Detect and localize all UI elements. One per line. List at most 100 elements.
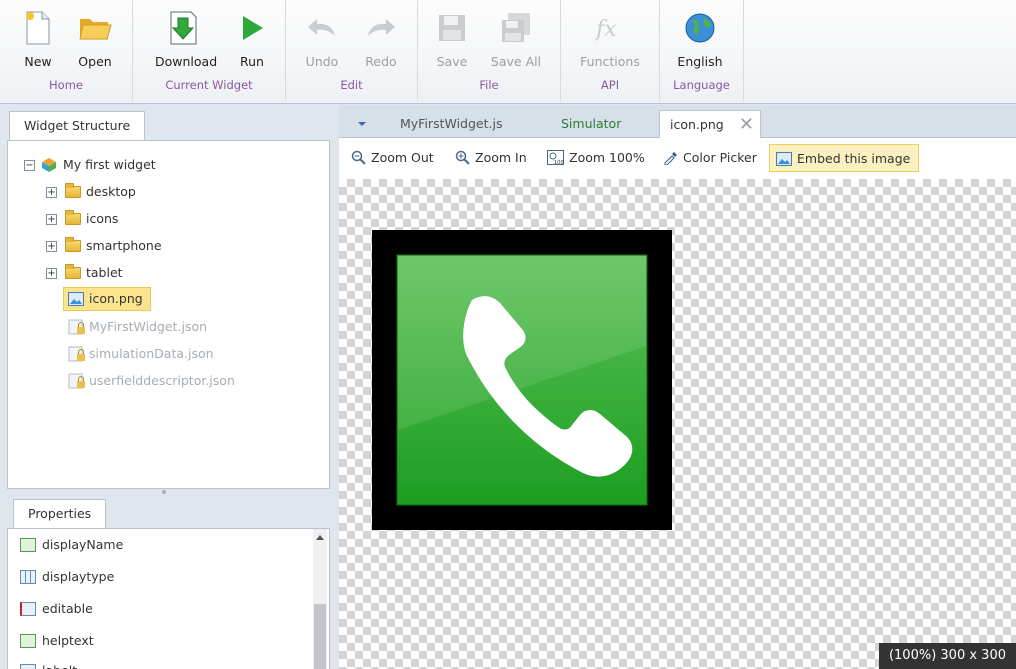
- group-label-file: File: [479, 78, 499, 92]
- zoom-100-button[interactable]: 100 Zoom 100%: [541, 144, 653, 172]
- file-label: MyFirstWidget.json: [89, 319, 208, 334]
- properties-scrollbar[interactable]: [313, 529, 327, 669]
- embed-image-button[interactable]: Embed this image: [769, 144, 920, 172]
- file-label: simulationData.json: [89, 346, 214, 361]
- locked-file-icon: [68, 319, 85, 335]
- expand-icon[interactable]: +: [46, 187, 57, 198]
- scroll-up-icon[interactable]: [316, 535, 324, 540]
- scrollbar-thumb[interactable]: [314, 604, 326, 669]
- tab-myfirstwidget-js[interactable]: MyFirstWidget.js: [400, 110, 502, 138]
- embed-image-icon: [776, 151, 792, 166]
- folder-label: tablet: [86, 265, 123, 280]
- close-icon[interactable]: ✕: [739, 111, 754, 139]
- zoom-in-icon: [455, 150, 470, 165]
- collapse-icon[interactable]: −: [24, 160, 35, 171]
- zoom-out-icon: [351, 150, 366, 165]
- embed-image-label: Embed this image: [797, 151, 911, 166]
- tab-properties[interactable]: Properties: [13, 499, 107, 529]
- group-label-home: Home: [49, 78, 83, 92]
- group-label-current-widget: Current Widget: [165, 78, 253, 92]
- zoom-in-button[interactable]: Zoom In: [449, 144, 535, 172]
- property-icon: [20, 633, 36, 648]
- open-folder-icon: [79, 19, 112, 40]
- open-button[interactable]: Open: [67, 8, 123, 74]
- properties-list: displayName displaytype editable helptex…: [7, 528, 330, 669]
- functions-icon: fx: [594, 17, 617, 42]
- run-button[interactable]: Run: [224, 8, 280, 74]
- group-label-language: Language: [673, 78, 730, 92]
- tab-list-dropdown-icon[interactable]: [358, 122, 366, 126]
- svg-text:100: 100: [554, 160, 564, 165]
- expand-icon[interactable]: +: [46, 214, 57, 225]
- property-label: labelt: [42, 663, 77, 669]
- folder-icon: [65, 264, 81, 279]
- save-all-button[interactable]: Save All: [488, 8, 544, 74]
- locked-file-icon: [68, 346, 85, 362]
- globe-icon: [685, 13, 715, 43]
- ribbon-group-file: Save Save All File: [418, 0, 561, 100]
- run-icon: [243, 16, 263, 40]
- redo-button[interactable]: Redo: [353, 8, 409, 74]
- file-label: icon.png: [89, 291, 143, 306]
- property-helptext[interactable]: helptext: [20, 630, 94, 652]
- editor-tab-bar: MyFirstWidget.js Simulator icon.png ✕: [339, 105, 1016, 138]
- folder-icon: [65, 237, 81, 252]
- locked-file-icon: [68, 373, 85, 389]
- tree-file-icon-png[interactable]: icon.png: [63, 287, 151, 311]
- undo-icon: [308, 19, 335, 36]
- expand-icon[interactable]: +: [46, 241, 57, 252]
- tab-widget-structure[interactable]: Widget Structure: [9, 111, 146, 141]
- property-labelt[interactable]: labelt: [20, 660, 77, 669]
- download-icon: [170, 11, 197, 45]
- undo-button[interactable]: Undo: [294, 8, 350, 74]
- property-editable[interactable]: editable: [20, 598, 93, 620]
- expand-icon[interactable]: +: [46, 268, 57, 279]
- ribbon-toolbar: New Open Home Download Run Current Widge…: [0, 0, 1016, 104]
- table-icon: [20, 569, 36, 584]
- group-label-api: API: [600, 78, 620, 92]
- file-label: userfielddescriptor.json: [89, 373, 235, 388]
- left-panel: Widget Structure − My first widget + des…: [0, 105, 337, 669]
- new-button[interactable]: New: [10, 8, 66, 74]
- new-file-icon: [26, 11, 50, 45]
- image-toolbar: Zoom Out Zoom In 100 Zoom 100% Color Pick…: [339, 138, 1016, 179]
- redo-icon: [368, 19, 395, 36]
- functions-button[interactable]: fx Functions: [577, 8, 643, 74]
- property-label: helptext: [42, 633, 94, 648]
- image-file-icon: [68, 292, 84, 306]
- property-displaytype[interactable]: displaytype: [20, 566, 114, 588]
- ribbon-group-language: English Language: [660, 0, 744, 100]
- zoom-out-button[interactable]: Zoom Out: [345, 144, 442, 172]
- folder-label: desktop: [86, 184, 136, 199]
- english-button[interactable]: English: [672, 8, 728, 74]
- save-button[interactable]: Save: [424, 8, 480, 74]
- save-icon: [439, 15, 465, 41]
- ribbon-group-edit: Undo Redo Edit: [286, 0, 418, 100]
- widget-cube-icon: [42, 158, 56, 172]
- folder-label: smartphone: [86, 238, 162, 253]
- property-label: displaytype: [42, 569, 115, 584]
- property-label: editable: [42, 601, 93, 616]
- zoom-out-label: Zoom Out: [371, 150, 434, 165]
- tab-icon-png[interactable]: icon.png ✕: [659, 110, 761, 138]
- ribbon-group-home: New Open Home: [0, 0, 133, 100]
- tab-label: icon.png: [670, 117, 724, 132]
- tree-root-label: My first widget: [63, 157, 156, 172]
- tab-simulator[interactable]: Simulator: [561, 110, 621, 138]
- zoom-100-label: Zoom 100%: [569, 150, 645, 165]
- image-status-readout: (100%) 300 x 300: [878, 643, 1016, 669]
- download-button[interactable]: Download: [155, 8, 217, 74]
- folder-label: icons: [86, 211, 119, 226]
- eyedropper-icon: [664, 152, 677, 165]
- image-canvas[interactable]: (100%) 300 x 300: [339, 179, 1016, 669]
- zoom-100-icon: 100: [547, 150, 564, 165]
- color-picker-button[interactable]: Color Picker: [657, 144, 765, 172]
- property-label: displayName: [42, 537, 124, 552]
- folder-icon: [65, 210, 81, 225]
- property-displayname[interactable]: displayName: [20, 534, 123, 556]
- splitter-handle[interactable]: [162, 490, 166, 494]
- phone-app-icon: [396, 254, 648, 506]
- folder-icon: [65, 183, 81, 198]
- widget-structure-tree: − My first widget + desktop + icons + sm…: [7, 140, 330, 489]
- save-all-icon: [502, 13, 530, 42]
